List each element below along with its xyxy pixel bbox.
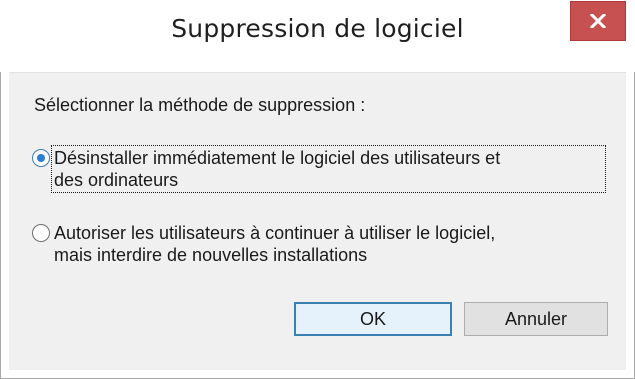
ok-button[interactable]: OK bbox=[294, 302, 452, 336]
option-uninstall-label-line2: des ordinateurs bbox=[54, 170, 179, 190]
dialog-body: Sélectionner la méthode de suppression :… bbox=[9, 72, 626, 370]
option-uninstall-immediately[interactable]: Désinstaller immédiatement le logiciel d… bbox=[32, 145, 611, 193]
dialog-title: Suppression de logiciel bbox=[171, 14, 464, 43]
radio-allow-continue[interactable] bbox=[32, 224, 50, 242]
close-button[interactable] bbox=[570, 1, 626, 41]
radio-uninstall-immediately[interactable] bbox=[32, 149, 50, 167]
cancel-button[interactable]: Annuler bbox=[464, 302, 608, 336]
option-uninstall-label-line1: Désinstaller immédiatement le logiciel d… bbox=[54, 148, 501, 168]
software-removal-dialog: Suppression de logiciel Sélectionner la … bbox=[0, 0, 635, 379]
close-icon bbox=[590, 14, 606, 28]
option-allow-label-line2: mais interdire de nouvelles installation… bbox=[54, 245, 368, 265]
option-uninstall-label[interactable]: Désinstaller immédiatement le logiciel d… bbox=[51, 147, 611, 191]
radio-selected-dot bbox=[37, 154, 45, 162]
option-allow-continue[interactable]: Autoriser les utilisateurs à continuer à… bbox=[32, 222, 611, 266]
title-bar[interactable]: Suppression de logiciel bbox=[0, 0, 635, 72]
option-allow-label[interactable]: Autoriser les utilisateurs à continuer à… bbox=[51, 222, 611, 266]
option-allow-label-line1: Autoriser les utilisateurs à continuer à… bbox=[54, 223, 496, 243]
removal-method-prompt: Sélectionner la méthode de suppression : bbox=[34, 95, 366, 115]
